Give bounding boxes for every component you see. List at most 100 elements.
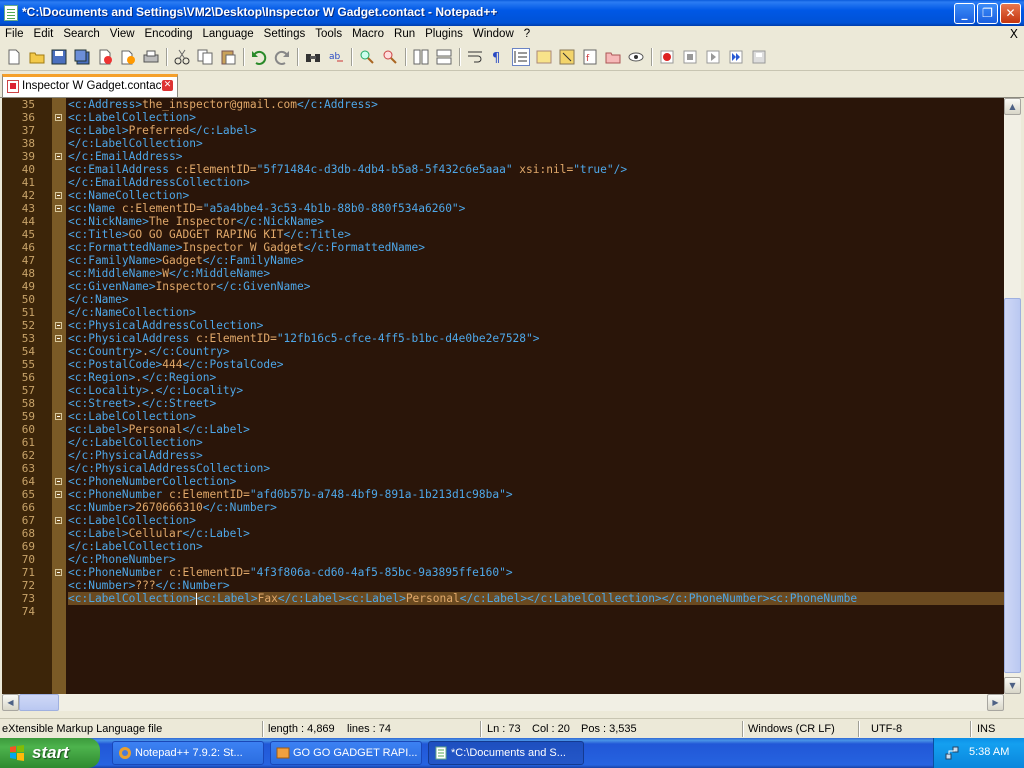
horizontal-scrollbar[interactable]: ◀ ▶ bbox=[2, 694, 1004, 711]
code-line[interactable]: <c:Name c:ElementID="a5a4bbe4-3c53-4b1b-… bbox=[68, 202, 465, 215]
menu-tools[interactable]: Tools bbox=[310, 26, 347, 44]
word-wrap-icon[interactable] bbox=[467, 49, 483, 65]
fold-toggle-icon[interactable] bbox=[55, 478, 62, 485]
code-line[interactable]: <c:EmailAddress c:ElementID="5f71484c-d3… bbox=[68, 163, 627, 176]
code-line[interactable]: </c:PhysicalAddress> bbox=[68, 449, 203, 462]
record-macro-icon[interactable] bbox=[659, 49, 675, 65]
menu-view[interactable]: View bbox=[105, 26, 140, 44]
user-language-icon[interactable] bbox=[536, 49, 552, 65]
status-eol[interactable]: Windows (CR LF) bbox=[748, 723, 835, 735]
zoom-in-icon[interactable] bbox=[359, 49, 375, 65]
code-line[interactable]: <c:Number>???</c:Number> bbox=[68, 579, 230, 592]
replace-icon[interactable]: ab bbox=[328, 49, 344, 65]
fold-toggle-icon[interactable] bbox=[55, 569, 62, 576]
indent-guide-icon[interactable] bbox=[512, 48, 530, 66]
menu-encoding[interactable]: Encoding bbox=[140, 26, 198, 44]
code-line[interactable]: </c:Name> bbox=[68, 293, 129, 306]
doc-map-icon[interactable] bbox=[559, 49, 575, 65]
status-encoding[interactable]: UTF-8 bbox=[871, 723, 902, 735]
code-line[interactable]: <c:Address>the_inspector@gmail.com</c:Ad… bbox=[68, 98, 378, 111]
code-line[interactable]: <c:Label>Personal</c:Label> bbox=[68, 423, 250, 436]
fold-toggle-icon[interactable] bbox=[55, 192, 62, 199]
code-line[interactable]: <c:LabelCollection> bbox=[68, 410, 196, 423]
code-line[interactable]: <c:FormattedName>Inspector W Gadget</c:F… bbox=[68, 241, 425, 254]
code-line[interactable]: <c:GivenName>Inspector</c:GivenName> bbox=[68, 280, 310, 293]
fold-toggle-icon[interactable] bbox=[55, 491, 62, 498]
taskbar-item-notepad-release[interactable]: Notepad++ 7.9.2: St... bbox=[112, 741, 264, 765]
notepad-app-icon[interactable] bbox=[4, 5, 18, 21]
print-icon[interactable] bbox=[143, 49, 159, 65]
maximize-button[interactable]: ❐ bbox=[977, 3, 998, 24]
title-bar[interactable]: *C:\Documents and Settings\VM2\Desktop\I… bbox=[0, 0, 1024, 26]
menu-run[interactable]: Run bbox=[389, 26, 420, 44]
close-button[interactable]: ✕ bbox=[1000, 3, 1021, 24]
fold-toggle-icon[interactable] bbox=[55, 205, 62, 212]
code-line[interactable]: <c:LabelCollection> bbox=[68, 111, 196, 124]
vertical-scroll-thumb[interactable] bbox=[1004, 298, 1021, 673]
code-line[interactable]: <c:MiddleName>W</c:MiddleName> bbox=[68, 267, 270, 280]
redo-icon[interactable] bbox=[274, 49, 290, 65]
menu-file[interactable]: File bbox=[0, 26, 29, 44]
code-line[interactable]: <c:Label>Preferred</c:Label> bbox=[68, 124, 257, 137]
function-list-icon[interactable]: f bbox=[582, 49, 598, 65]
run-macro-multiple-icon[interactable] bbox=[728, 49, 744, 65]
fold-margin[interactable] bbox=[52, 98, 66, 694]
tab-inspector-w-gadget[interactable]: Inspector W Gadget.contact ✕ bbox=[2, 74, 178, 97]
minimize-button[interactable]: _ bbox=[954, 3, 975, 24]
code-line[interactable]: <c:Title>GO GO GADGET RAPING KIT</c:Titl… bbox=[68, 228, 351, 241]
code-line[interactable]: <c:LabelCollection> bbox=[68, 514, 196, 527]
code-line[interactable]: <c:FamilyName>Gadget</c:FamilyName> bbox=[68, 254, 304, 267]
new-file-icon[interactable] bbox=[6, 49, 22, 65]
scroll-left-button[interactable]: ◀ bbox=[2, 694, 19, 711]
stop-macro-icon[interactable] bbox=[682, 49, 698, 65]
menu-macro[interactable]: Macro bbox=[347, 26, 389, 44]
menu-window[interactable]: Window bbox=[468, 26, 519, 44]
code-line[interactable]: <c:NameCollection> bbox=[68, 189, 189, 202]
start-button[interactable]: start bbox=[0, 738, 100, 768]
show-all-chars-icon[interactable]: ¶ bbox=[490, 49, 506, 65]
horizontal-scroll-thumb[interactable] bbox=[19, 694, 59, 711]
sync-horizontal-icon[interactable] bbox=[436, 49, 452, 65]
scroll-right-button[interactable]: ▶ bbox=[987, 694, 1004, 711]
network-icon[interactable] bbox=[944, 745, 960, 761]
clock[interactable]: 5:38 AM bbox=[969, 746, 1009, 758]
zoom-out-icon[interactable] bbox=[382, 49, 398, 65]
code-line[interactable]: <c:Country>.</c:Country> bbox=[68, 345, 230, 358]
code-line[interactable]: <c:Label>Cellular</c:Label> bbox=[68, 527, 250, 540]
monitoring-icon[interactable] bbox=[628, 49, 644, 65]
code-line[interactable]: </c:PhysicalAddressCollection> bbox=[68, 462, 270, 475]
code-line[interactable]: <c:PhoneNumber c:ElementID="4f3f806a-cd6… bbox=[68, 566, 513, 579]
save-all-icon[interactable] bbox=[74, 49, 90, 65]
code-line[interactable]: <c:Number>2670666310</c:Number> bbox=[68, 501, 277, 514]
fold-toggle-icon[interactable] bbox=[55, 413, 62, 420]
save-macro-icon[interactable] bbox=[751, 49, 767, 65]
code-line[interactable]: <c:PhoneNumberCollection> bbox=[68, 475, 236, 488]
save-icon[interactable] bbox=[51, 49, 67, 65]
fold-toggle-icon[interactable] bbox=[55, 517, 62, 524]
menu-search[interactable]: Search bbox=[58, 26, 104, 44]
code-line[interactable]: <c:Street>.</c:Street> bbox=[68, 397, 216, 410]
fold-toggle-icon[interactable] bbox=[55, 322, 62, 329]
code-line[interactable]: <c:Locality>.</c:Locality> bbox=[68, 384, 243, 397]
menu-plugins[interactable]: Plugins bbox=[420, 26, 468, 44]
folder-workspace-icon[interactable] bbox=[605, 49, 621, 65]
editor-area[interactable]: <c:Address>the_inspector@gmail.com</c:Ad… bbox=[2, 98, 1004, 694]
code-line[interactable]: <c:PhysicalAddressCollection> bbox=[68, 319, 263, 332]
code-line[interactable]: </c:EmailAddressCollection> bbox=[68, 176, 250, 189]
code-line[interactable]: </c:LabelCollection> bbox=[68, 137, 203, 150]
paste-icon[interactable] bbox=[220, 49, 236, 65]
menu-settings[interactable]: Settings bbox=[259, 26, 311, 44]
code-line[interactable]: </c:NameCollection> bbox=[68, 306, 196, 319]
document-close-button[interactable]: X bbox=[1010, 27, 1018, 41]
close-file-icon[interactable] bbox=[97, 49, 113, 65]
menu-edit[interactable]: Edit bbox=[29, 26, 59, 44]
open-file-icon[interactable] bbox=[29, 49, 45, 65]
code-line[interactable]: </c:LabelCollection> bbox=[68, 436, 203, 449]
status-insert-mode[interactable]: INS bbox=[977, 723, 995, 735]
code-line[interactable]: </c:EmailAddress> bbox=[68, 150, 183, 163]
code-line[interactable]: <c:PostalCode>444</c:PostalCode> bbox=[68, 358, 284, 371]
taskbar-item-notepad-active[interactable]: *C:\Documents and S... bbox=[428, 741, 584, 765]
code-line[interactable]: <c:PhoneNumber c:ElementID="afd0b57b-a74… bbox=[68, 488, 513, 501]
fold-toggle-icon[interactable] bbox=[55, 335, 62, 342]
code-line[interactable]: <c:Region>.</c:Region> bbox=[68, 371, 216, 384]
